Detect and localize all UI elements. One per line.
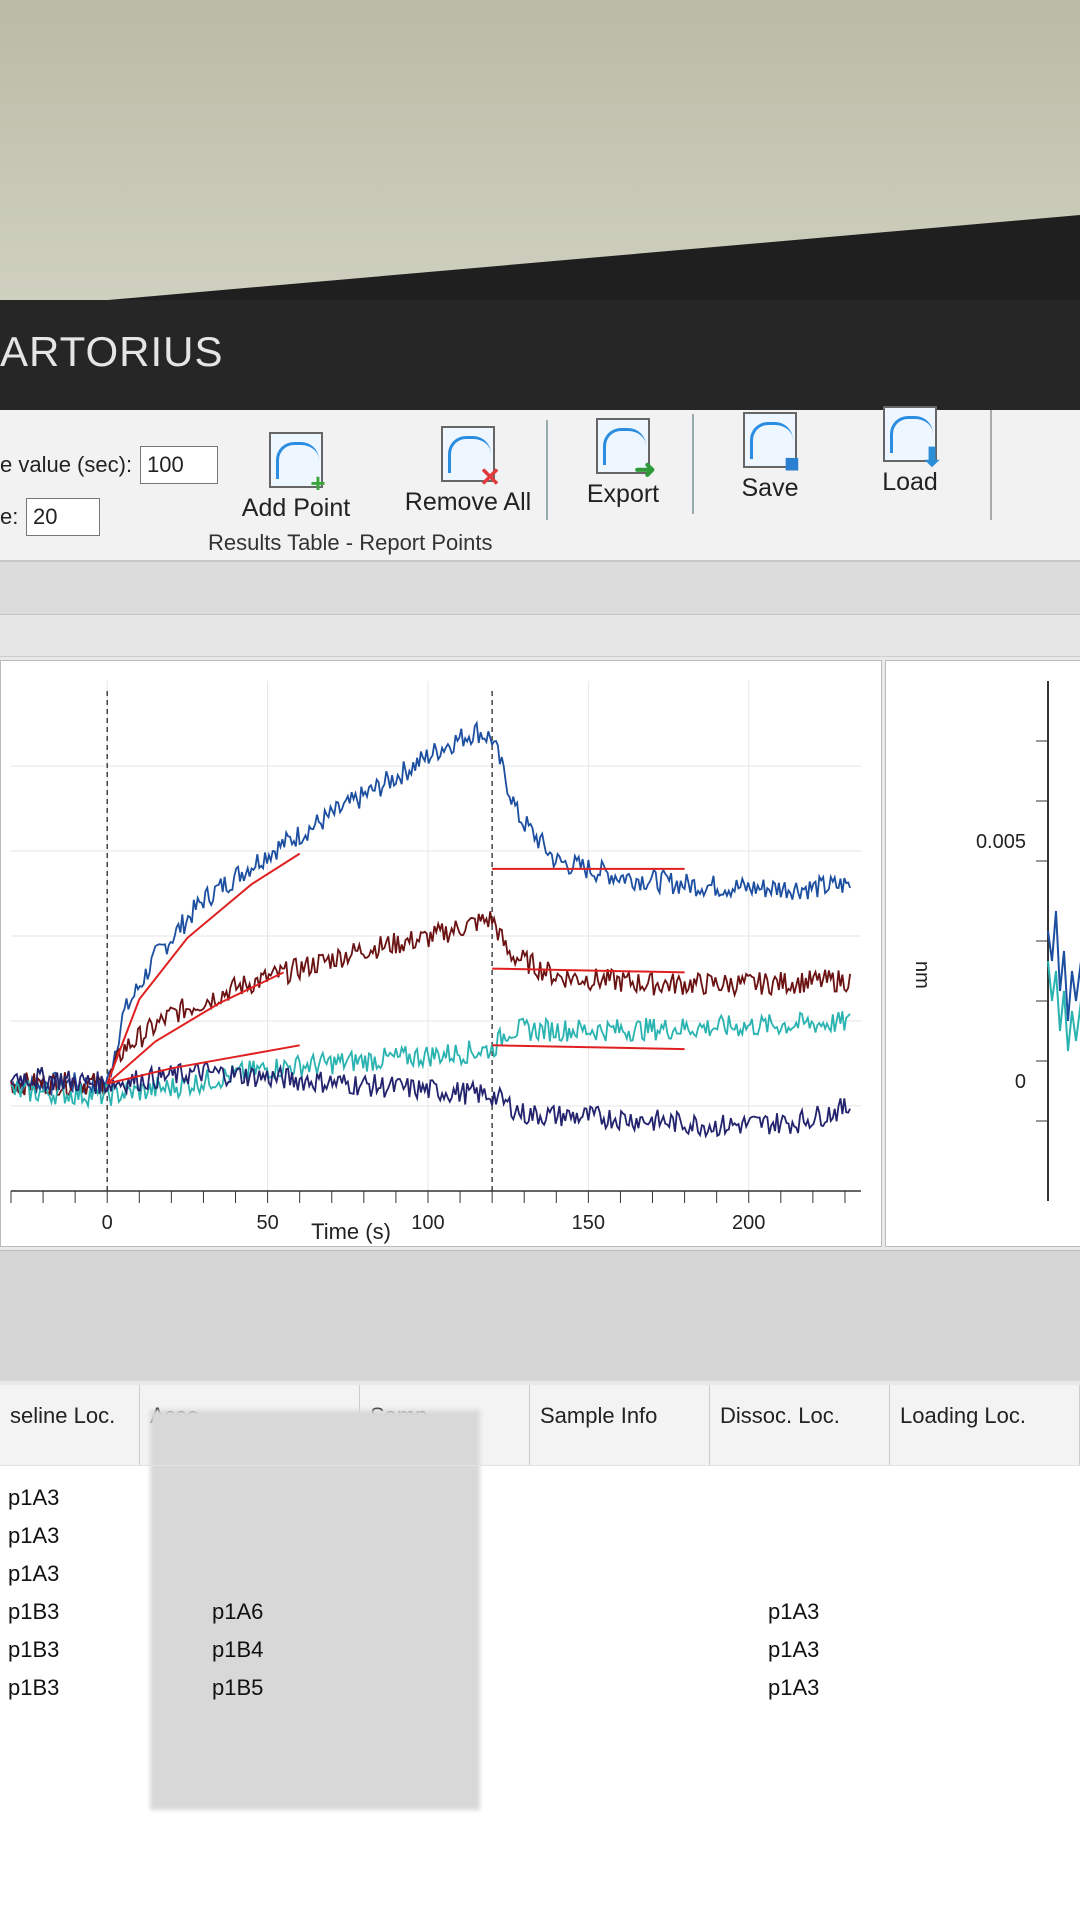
time-value-label: e value (sec): xyxy=(0,452,133,477)
col-header-baseline-loc[interactable]: seline Loc. xyxy=(0,1385,140,1465)
kinetics-chart: 0 50 100 150 200 Time (s) xyxy=(10,681,861,1244)
add-point-button[interactable]: + Add Point xyxy=(226,432,366,523)
app-window: ARTORIUS e value (sec): e: + Add Point ✕… xyxy=(0,300,1080,1920)
table-cell-baseline: p1A3 xyxy=(8,1485,60,1510)
col-header-loading-loc[interactable]: Loading Loc. xyxy=(890,1385,1080,1465)
x-tick-label: 100 xyxy=(411,1212,444,1234)
table-cell-assoc: p1A6 xyxy=(212,1599,264,1624)
x-tick-label: 200 xyxy=(732,1212,765,1234)
side-chart-y-label: nm xyxy=(911,961,933,989)
toolbar-separator xyxy=(692,414,694,514)
chart-grid xyxy=(11,681,861,1191)
save-label: Save xyxy=(741,474,799,502)
chart-x-axis: 0 50 100 150 200 xyxy=(10,1190,861,1234)
save-icon: ■ xyxy=(743,412,800,476)
load-button[interactable]: ⬇ Load xyxy=(840,406,980,497)
col-header-dissoc-loc[interactable]: Dissoc. Loc. xyxy=(710,1385,890,1465)
remove-all-button[interactable]: ✕ Remove All xyxy=(388,426,548,517)
toolbar-separator xyxy=(546,420,548,520)
table-cell-assoc: p1B4 xyxy=(212,1637,264,1662)
side-chart-tick-label: 0 xyxy=(1015,1071,1026,1093)
chart-series xyxy=(10,720,851,1139)
table-cell-baseline: p1B3 xyxy=(8,1675,60,1700)
table-cell-baseline: p1A3 xyxy=(8,1561,60,1586)
table-cell-baseline: p1B3 xyxy=(8,1599,60,1624)
redacted-region xyxy=(150,1410,480,1810)
table-cell-baseline: p1A3 xyxy=(8,1523,60,1548)
table-cell-assoc: p1B5 xyxy=(212,1675,264,1700)
row-divider xyxy=(0,1465,1080,1466)
col-header-sample-info[interactable]: Sample Info xyxy=(530,1385,710,1465)
toolbar: e value (sec): e: + Add Point ✕ Remove A… xyxy=(0,406,1080,562)
data-series-line xyxy=(10,1061,851,1139)
table-cell-dissoc: p1A3 xyxy=(768,1637,820,1662)
load-label: Load xyxy=(882,468,938,496)
save-button[interactable]: ■ Save xyxy=(700,412,840,503)
export-button[interactable]: ➜ Export xyxy=(553,418,693,509)
kinetics-plot-panel: 0 50 100 150 200 Time (s) xyxy=(0,660,882,1247)
brand-bar: ARTORIUS xyxy=(0,300,1080,410)
table-cell-dissoc: p1A3 xyxy=(768,1675,820,1700)
size-label: e: xyxy=(0,504,19,529)
remove-all-icon: ✕ xyxy=(441,426,501,490)
panel-header-strip xyxy=(0,562,1080,615)
chart-x-label: Time (s) xyxy=(311,1219,391,1244)
toolbar-separator xyxy=(990,410,992,520)
size-input[interactable] xyxy=(26,498,100,536)
remove-all-label: Remove All xyxy=(404,488,532,516)
fit-line xyxy=(106,852,301,1084)
results-table-group-label: Results Table - Report Points xyxy=(208,530,493,555)
side-chart-trace xyxy=(1047,960,1080,1052)
brand-logo: ARTORIUS xyxy=(0,328,224,375)
export-label: Export xyxy=(586,480,660,508)
results-table: seline Loc. Asso Samp Sample Info Dissoc… xyxy=(0,1385,1080,1920)
side-chart: 0.005 0 - nm xyxy=(911,681,1080,1326)
x-tick-label: 50 xyxy=(256,1212,278,1234)
add-point-icon: + xyxy=(269,432,326,496)
side-plot-panel: 0.005 0 - nm xyxy=(885,660,1080,1326)
time-value-input[interactable] xyxy=(140,446,218,484)
x-tick-label: 150 xyxy=(572,1212,605,1234)
table-cell-dissoc: p1A3 xyxy=(768,1599,820,1624)
load-icon: ⬇ xyxy=(883,406,943,470)
side-chart-tick-label: 0.005 xyxy=(976,831,1026,853)
add-point-label: Add Point xyxy=(241,494,351,522)
table-cell-baseline: p1B3 xyxy=(8,1637,60,1662)
lower-panel xyxy=(0,1250,1080,1381)
export-icon: ➜ xyxy=(596,418,656,482)
x-tick-label: 0 xyxy=(102,1212,113,1234)
panel-subheader-strip xyxy=(0,616,1080,657)
